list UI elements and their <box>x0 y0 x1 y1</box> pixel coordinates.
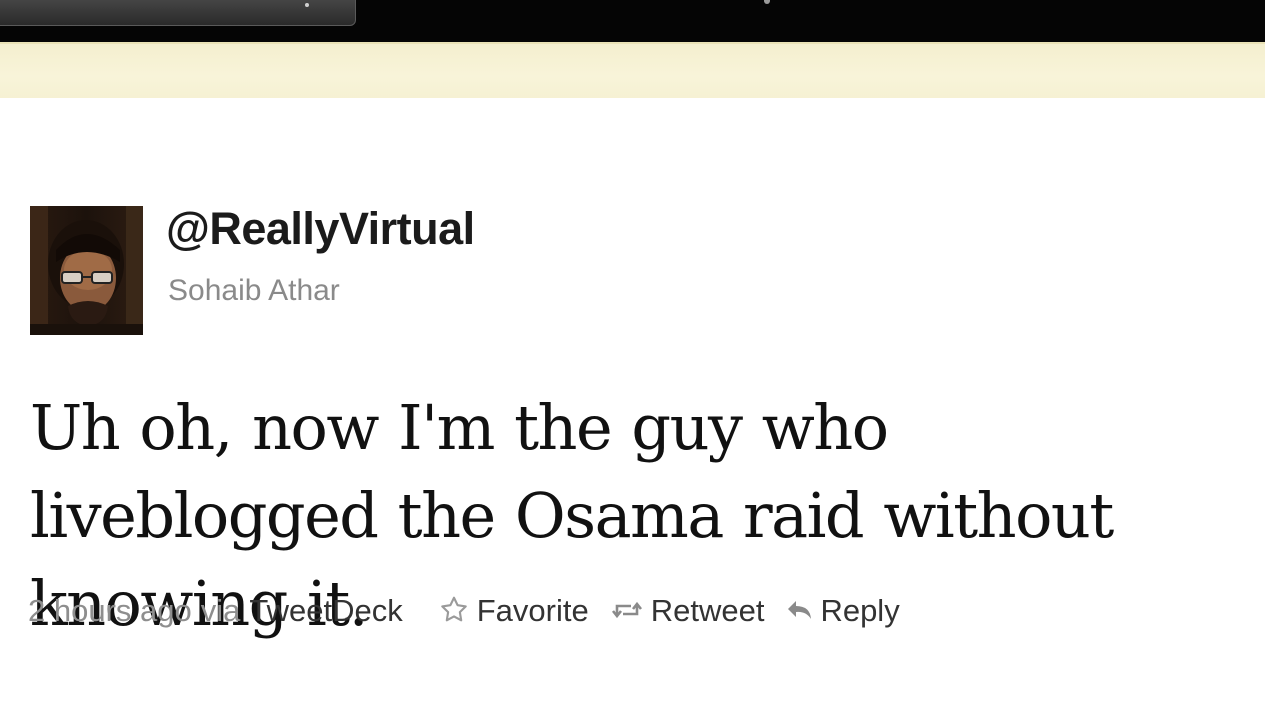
user-handle[interactable]: @ReallyVirtual <box>166 206 475 251</box>
favorite-button[interactable]: Favorite <box>437 594 589 626</box>
star-icon <box>440 596 467 622</box>
reply-icon <box>788 601 812 619</box>
topbar-tab[interactable] <box>0 0 356 26</box>
notice-bar <box>0 42 1265 98</box>
top-navigation-bar <box>0 0 1265 42</box>
tweet-timestamp[interactable]: 2 hours ago <box>28 595 192 626</box>
via-label: via <box>200 592 241 628</box>
topbar-marker <box>764 0 770 4</box>
retweet-button[interactable]: Retweet <box>611 592 765 628</box>
avatar[interactable] <box>30 206 143 335</box>
tweet-meta: 2 hours ago via TweetDeck Favorite Retwe… <box>28 594 900 626</box>
avatar-photo <box>30 206 143 335</box>
tweet-source-link[interactable]: TweetDeck <box>249 595 402 626</box>
user-full-name: Sohaib Athar <box>168 274 340 307</box>
reply-label: Reply <box>820 592 900 628</box>
reply-button[interactable]: Reply <box>786 592 900 628</box>
retweet-icon <box>611 601 642 619</box>
favorite-label: Favorite <box>476 592 589 628</box>
retweet-label: Retweet <box>650 592 765 628</box>
